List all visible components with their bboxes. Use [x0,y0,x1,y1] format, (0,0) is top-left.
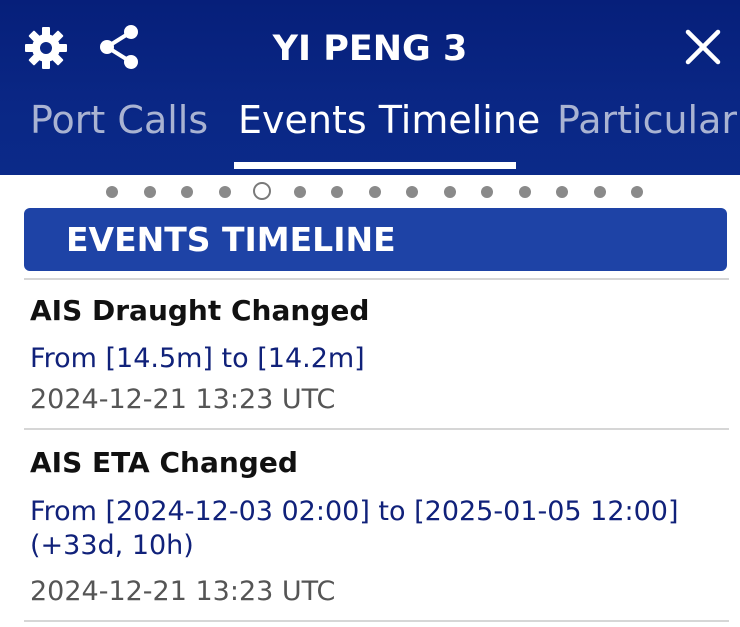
divider [24,278,729,280]
gear-icon [25,27,67,69]
page-dot[interactable] [556,186,568,198]
event-timestamp: 2024-12-21 13:23 UTC [30,384,336,415]
divider [24,620,729,622]
tab-events-timeline[interactable]: Events Timeline [238,92,540,148]
page-dot[interactable] [218,186,231,198]
page-dot[interactable] [368,186,381,198]
close-icon [685,29,721,65]
share-icon [100,25,138,69]
page-dot[interactable] [443,186,456,198]
active-tab-indicator [234,162,516,169]
page-dot[interactable] [631,186,643,198]
tab-bar: Port Calls Events Timeline Particular [0,92,740,152]
page-dot[interactable] [518,186,531,198]
section-header: EVENTS TIMELINE [24,208,727,271]
close-button[interactable] [680,24,726,70]
page-dot[interactable] [293,186,306,198]
app-header: YI PENG 3 Port Calls Events Timeline Par… [0,0,740,175]
event-detail: From [14.5m] to [14.2m] [30,343,365,374]
page-dot[interactable] [181,186,193,198]
tab-port-calls[interactable]: Port Calls [30,92,208,148]
vessel-title: YI PENG 3 [272,29,468,69]
page-dot[interactable] [331,186,343,198]
event-title: AIS ETA Changed [30,446,298,479]
event-timestamp: 2024-12-21 13:23 UTC [30,576,336,607]
tab-particulars[interactable]: Particular [557,92,737,148]
page-dot-current[interactable] [253,182,271,200]
section-title: EVENTS TIMELINE [66,220,396,259]
page-dot[interactable] [143,186,156,198]
page-dot[interactable] [593,186,606,198]
divider [24,428,729,430]
event-title: AIS Draught Changed [30,294,370,327]
event-detail: From [2024-12-03 02:00] to [2025-01-05 1… [30,496,679,561]
page-indicator[interactable] [0,180,740,202]
share-button[interactable] [96,22,142,72]
page-dot[interactable] [406,186,418,198]
page-dot[interactable] [481,186,493,198]
page-dot[interactable] [106,186,118,198]
settings-button[interactable] [22,24,70,72]
